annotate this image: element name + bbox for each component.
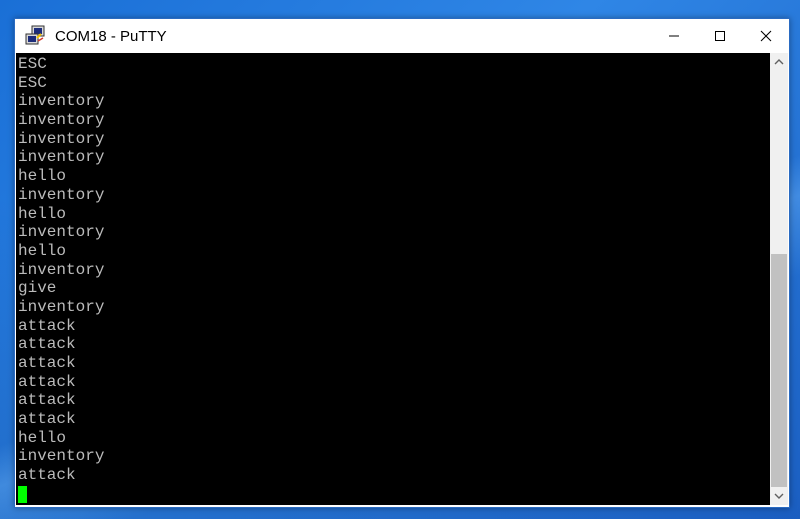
- putty-icon[interactable]: [24, 25, 46, 47]
- terminal-line: hello: [18, 428, 67, 447]
- terminal-line: inventory: [18, 111, 105, 130]
- terminal-line: inventory: [18, 260, 105, 279]
- terminal-line: inventory: [18, 185, 105, 204]
- minimize-icon: [669, 35, 679, 37]
- scrollbar-track[interactable]: [770, 71, 788, 487]
- terminal-cursor: [18, 485, 27, 503]
- terminal-line: hello: [18, 204, 67, 223]
- terminal-line: attack: [18, 391, 76, 410]
- chevron-up-icon: [774, 59, 784, 65]
- terminal-line: inventory: [18, 297, 105, 316]
- putty-window[interactable]: COM18 - PuTTY ESC ESC inventory inventory i: [14, 18, 790, 508]
- scroll-down-button[interactable]: [770, 487, 788, 505]
- terminal-output: ESC ESC inventory inventory inventory invento…: [18, 55, 104, 504]
- window-title: COM18 - PuTTY: [55, 27, 167, 45]
- terminal-line: inventory: [18, 447, 105, 466]
- terminal-line: inventory: [18, 148, 105, 167]
- title-bar[interactable]: COM18 - PuTTY: [15, 19, 789, 53]
- window-controls: [651, 19, 789, 53]
- terminal-line: attack: [18, 316, 76, 335]
- terminal-line: attack: [18, 372, 76, 391]
- terminal-line: attack: [18, 354, 76, 372]
- close-button[interactable]: [743, 19, 789, 53]
- close-icon: [760, 30, 772, 42]
- terminal-line: attack: [18, 466, 76, 485]
- terminal-line: give: [18, 279, 57, 298]
- scroll-up-button[interactable]: [770, 53, 788, 71]
- terminal-area[interactable]: ESC ESC inventory inventory inventory invento…: [16, 53, 770, 505]
- terminal-line: inventory: [18, 223, 105, 242]
- terminal-line: ESC: [18, 55, 47, 73]
- terminal-line: inventory: [18, 92, 105, 111]
- maximize-button[interactable]: [697, 19, 743, 53]
- scrollbar-thumb[interactable]: [771, 254, 787, 487]
- vertical-scrollbar[interactable]: [770, 53, 788, 505]
- minimize-button[interactable]: [651, 19, 697, 53]
- terminal-line: inventory: [18, 129, 105, 148]
- terminal-line: ESC: [18, 73, 47, 92]
- terminal-line: hello: [18, 241, 67, 260]
- chevron-down-icon: [774, 493, 784, 499]
- cursor-line: [18, 485, 104, 504]
- terminal-line: hello: [18, 167, 67, 186]
- terminal-line: attack: [18, 335, 76, 354]
- maximize-icon: [715, 31, 725, 41]
- terminal-line: attack: [18, 410, 76, 429]
